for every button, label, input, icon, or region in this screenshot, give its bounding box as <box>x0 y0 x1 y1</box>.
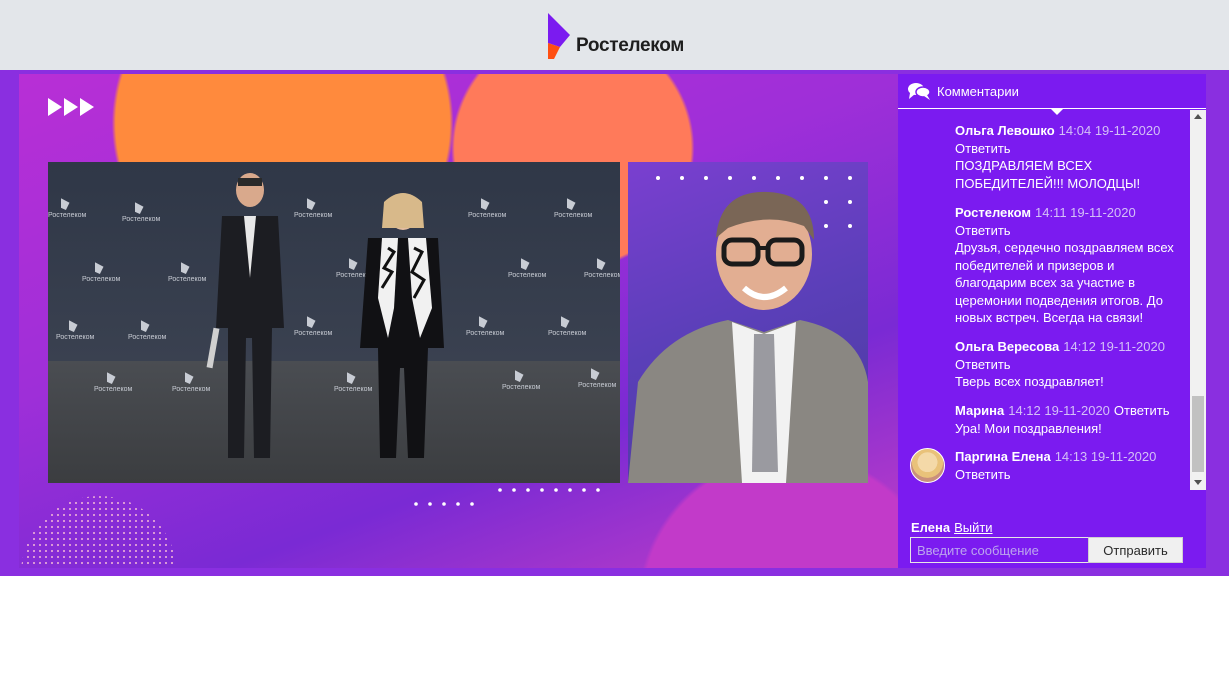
studio-video-feed: Ростелеком Ростелеком Ростелеком Ростеле… <box>48 162 620 483</box>
wall-logo: Ростелеком <box>584 258 620 282</box>
wall-logo: Ростелеком <box>122 202 160 226</box>
comment-text: ПОЗДРАВЛЯЕМ ВСЕХ ПОБЕДИТЕЛЕЙ!!! МОЛОДЦЫ! <box>955 158 1141 191</box>
avatar <box>910 448 945 483</box>
decorative-dots <box>414 488 600 506</box>
comment-list[interactable]: Ольга Левошко 14:04 19-11-2020 Ответить П… <box>898 114 1188 490</box>
rostelecom-logo: Ростелеком <box>546 13 684 61</box>
current-user-name: Елена <box>911 520 951 535</box>
comments-sidebar: Комментарии Ольга Левошко 14:04 19-11-202… <box>898 74 1206 568</box>
reply-link[interactable]: Ответить <box>955 222 1183 240</box>
speaker-man <box>628 191 868 483</box>
wall-logo: Ростелеком <box>502 370 540 394</box>
wall-logo: Ростелеком <box>56 320 94 344</box>
reply-link[interactable]: Ответить <box>955 356 1183 374</box>
wall-logo: Ростелеком <box>466 316 504 340</box>
fast-forward-icon[interactable] <box>48 98 98 116</box>
decorative-dot-pattern <box>21 496 177 568</box>
wall-logo: Ростелеком <box>554 198 592 222</box>
message-input[interactable] <box>910 537 1094 563</box>
comment-time: 14:12 19-11-2020 <box>1063 339 1165 354</box>
send-button[interactable]: Отправить <box>1088 537 1183 563</box>
video-player[interactable]: Ростелеком Ростелеком Ростелеком Ростеле… <box>19 74 898 568</box>
comments-scrollbar[interactable] <box>1190 110 1206 490</box>
comment-time: 14:11 19-11-2020 <box>1034 205 1136 220</box>
comment-time: 14:13 19-11-2020 <box>1054 449 1157 464</box>
wall-logo: Ростелеком <box>468 198 506 222</box>
comment-author: Ольга Левошко <box>955 123 1055 138</box>
wall-logo: Ростелеком <box>508 258 546 282</box>
wall-logo: Ростелеком <box>48 198 86 222</box>
scroll-up-arrow-icon[interactable] <box>1194 114 1202 119</box>
reply-link[interactable]: Ответить <box>1114 403 1170 418</box>
comment-time: 14:04 19-11-2020 <box>1058 123 1161 138</box>
logo-text: Ростелеком <box>576 35 685 56</box>
comment-author: Марина <box>955 403 1005 418</box>
wall-logo: Ростелеком <box>548 316 586 340</box>
comment-item: Ольга Вересова 14:12 19-11-2020 Ответить … <box>955 338 1183 391</box>
comment-item: Ростелеком 14:11 19-11-2020 Ответить Друз… <box>955 204 1183 327</box>
comment-item: Марина 14:12 19-11-2020 Ответить Ура! Мои … <box>955 402 1183 437</box>
wall-logo: Ростелеком <box>128 320 166 344</box>
reply-link[interactable]: Ответить <box>955 140 1183 158</box>
scroll-down-arrow-icon[interactable] <box>1194 480 1202 485</box>
wall-logo: Ростелеком <box>168 262 206 286</box>
comment-author: Ростелеком <box>955 205 1031 220</box>
wall-logo: Ростелеком <box>94 372 132 396</box>
comment-text: Тверь всех поздравляет! <box>955 374 1104 389</box>
broadcast-stage: Ростелеком Ростелеком Ростелеком Ростеле… <box>0 70 1229 576</box>
comment-text: Друзья, сердечно поздравляем всех победи… <box>955 240 1174 325</box>
logout-link[interactable]: Выйти <box>954 520 993 535</box>
male-presenter <box>206 173 284 458</box>
comments-header: Комментарии <box>898 74 1206 108</box>
female-presenter <box>360 193 444 458</box>
comment-item: Ольга Левошко 14:04 19-11-2020 Ответить П… <box>955 122 1183 192</box>
scroll-thumb[interactable] <box>1192 396 1204 472</box>
wall-logo: Ростелеком <box>82 262 120 286</box>
rostelecom-logo-icon <box>548 13 570 59</box>
comment-author: Паргина Елена <box>955 449 1051 464</box>
comment-author: Ольга Вересова <box>955 339 1060 354</box>
comments-title: Комментарии <box>937 83 1019 99</box>
current-user-row: Елена Выйти <box>911 520 993 535</box>
comment-item: Паргина Елена 14:13 19-11-2020 Ответить <box>955 448 1183 483</box>
wall-logo: Ростелеком <box>578 368 616 392</box>
comment-time: 14:12 19-11-2020 <box>1008 403 1110 418</box>
reply-link[interactable]: Ответить <box>955 466 1183 484</box>
speaker-video-feed <box>628 162 868 483</box>
top-header: Ростелеком <box>0 0 1229 70</box>
chat-bubbles-icon <box>908 83 931 100</box>
comment-text: Ура! Мои поздравления! <box>955 420 1102 436</box>
